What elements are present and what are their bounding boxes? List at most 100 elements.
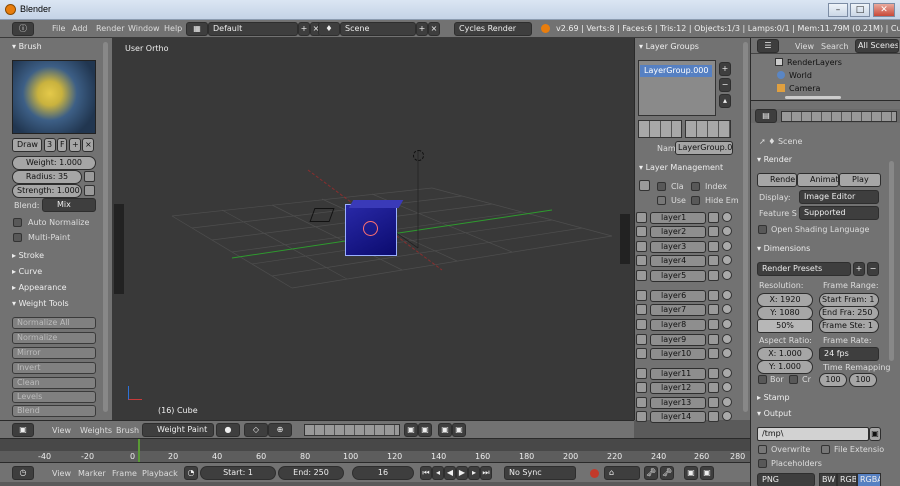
frame-step-field[interactable]: Frame Ste: 1 [819,319,879,333]
start-frame-field[interactable]: Start: 1 [200,466,276,480]
frame-rate-select[interactable]: 24 fps [819,347,879,361]
next-keyframe-button[interactable]: ▸ [468,466,480,480]
layer-select-icon[interactable] [722,319,732,329]
outliner-display-select[interactable]: All Scenes [855,39,899,53]
current-frame-marker[interactable] [138,439,140,463]
layer-name-field[interactable]: layer7 [650,304,706,316]
layer-visibility-icon[interactable] [636,290,647,301]
outliner-menu-search[interactable]: Search [821,42,848,52]
file-format-select[interactable]: PNG [757,473,815,486]
layer-lock-icon[interactable] [708,348,719,359]
timeline-menu-view[interactable]: View [52,469,71,479]
dimensions-panel-header[interactable]: ▾ Dimensions [757,242,810,256]
menu-help[interactable]: Help [164,24,182,34]
brush-users-field[interactable]: 3 [44,138,56,152]
layer-lock-icon[interactable] [708,304,719,315]
sync-mode-select[interactable]: No Sync [504,466,576,480]
menu-render[interactable]: Render [96,24,124,34]
layer-lock-icon[interactable] [708,290,719,301]
screen-add-button[interactable]: + [298,22,310,36]
menu-window[interactable]: Window [128,24,160,34]
outliner-item-camera[interactable]: Camera [789,84,820,94]
layer-lock-icon[interactable] [708,241,719,252]
layer-name-field[interactable]: layer8 [650,319,706,331]
vertex-mask-icon[interactable]: ▣ [418,423,432,437]
layer-row[interactable]: layer14 [636,410,736,423]
layer-name-field[interactable]: layer2 [650,226,706,238]
audio-scrub-toggle[interactable]: ▣ [684,466,698,480]
layer-name-field[interactable]: layer5 [650,270,706,282]
brush-remove-button[interactable]: × [82,138,94,152]
layer-row[interactable]: layer10 [636,347,736,360]
layer-name-field[interactable]: layer3 [650,241,706,253]
brush-name-field[interactable]: Draw [12,138,42,152]
current-frame-field[interactable]: 16 [352,466,414,480]
layer-name-field[interactable]: layer6 [650,290,706,302]
stroke-panel-header[interactable]: ▸ Stroke [12,249,44,263]
resolution-x-field[interactable]: X: 1920 [757,293,813,307]
outliner-menu-view[interactable]: View [795,42,814,52]
preview-range-toggle[interactable]: ◔ [184,466,198,480]
outliner-item-world[interactable]: World [789,71,812,81]
color-rgb-button[interactable]: RGB [837,473,857,486]
layer-row[interactable]: layer13 [636,396,736,409]
strength-slider[interactable]: Strength: 1.000 [12,184,82,198]
scene-field[interactable]: Scene [340,22,416,36]
border-checkbox[interactable] [758,375,767,384]
output-panel-header[interactable]: ▾ Output [757,407,791,421]
render-presets-select[interactable]: Render Presets [757,262,851,276]
insert-keyframe-button[interactable]: 🗝 [644,466,658,480]
viewport-menu-brush[interactable]: Brush [116,426,139,436]
layer-visibility-icon[interactable] [636,319,647,330]
brush-fake-user-button[interactable]: F [57,138,67,152]
layer-visibility-icon[interactable] [636,304,647,315]
timeline-area[interactable]: -40 -20 0 20 40 60 80 100 120 140 160 18… [0,438,750,463]
outliner-item-renderlayers[interactable]: RenderLayers [787,58,842,68]
outliner-editor-type-icon[interactable]: ☰ [757,39,779,53]
minimize-button[interactable]: – [828,3,848,17]
timeline-menu-playback[interactable]: Playback [142,469,178,479]
layer-groups-header[interactable]: ▾ Layer Groups [639,40,699,54]
layer-lock-icon[interactable] [708,334,719,345]
render-engine-select[interactable]: Cycles Render [454,22,532,36]
render-preview-icon[interactable]: ▣ [438,423,452,437]
layer-row[interactable]: layer8 [636,318,736,331]
remap-old-field[interactable]: 100 [819,373,847,387]
aspect-y-field[interactable]: Y: 1.000 [757,360,813,374]
play-reverse-button[interactable]: ◀ [444,466,456,480]
layer-name-field[interactable]: layer14 [650,411,706,423]
output-browse-button[interactable]: ▣ [869,427,881,441]
properties-context-tabs[interactable] [781,111,897,122]
pivot-select[interactable]: ◇ [244,423,268,437]
layer-row[interactable]: layer1 [636,211,736,224]
levels-button[interactable]: Levels [12,391,96,403]
index-checkbox[interactable] [691,182,700,191]
layer-select-icon[interactable] [722,334,732,344]
layer-name-field[interactable]: layer4 [650,255,706,267]
lamp-icon[interactable] [413,150,424,161]
layer-row[interactable]: layer3 [636,240,736,253]
radius-pressure-icon[interactable] [84,171,95,182]
record-button[interactable] [590,469,599,478]
auto-normalize-checkbox[interactable] [13,218,22,227]
layer-visibility-icon[interactable] [636,226,647,237]
aspect-x-field[interactable]: X: 1.000 [757,347,813,361]
lock-toggle-icon[interactable] [639,180,650,191]
layer-lock-icon[interactable] [708,255,719,266]
layer-lock-icon[interactable] [708,212,719,223]
jump-start-button[interactable]: ⏮ [420,466,432,480]
viewport-editor-type-icon[interactable]: ▣ [12,423,34,437]
menu-file[interactable]: File [52,24,65,34]
maximize-button[interactable]: □ [850,3,870,17]
scene-add-button[interactable]: + [416,22,428,36]
layer-lock-icon[interactable] [708,382,719,393]
layer-visibility-icon[interactable] [636,212,647,223]
appearance-panel-header[interactable]: ▸ Appearance [12,281,67,295]
clean-button[interactable]: Clean [12,377,96,389]
layer-select-icon[interactable] [722,348,732,358]
layer-select-icon[interactable] [722,226,732,236]
layer-row[interactable]: layer9 [636,333,736,346]
open-shading-checkbox[interactable] [758,225,767,234]
mode-select[interactable]: Weight Paint [142,423,214,437]
layer-visibility-icon[interactable] [636,334,647,345]
